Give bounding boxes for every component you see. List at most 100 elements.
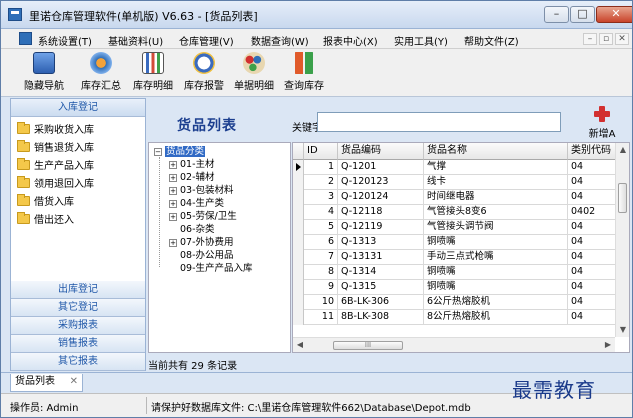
- toolbar-query-stock-button[interactable]: 查询库存: [280, 52, 328, 95]
- cell-category[interactable]: 04: [568, 265, 618, 280]
- cell-id[interactable]: 3: [304, 190, 338, 205]
- table-row[interactable]: 8 Q-1314 铜喷嘴 04: [293, 265, 629, 280]
- column-header-id[interactable]: ID: [304, 143, 338, 160]
- menu-reports[interactable]: 报表中心(X): [323, 33, 378, 48]
- nav-item-sales-return[interactable]: 销售退货入库: [17, 140, 94, 157]
- cell-code[interactable]: Q-1314: [338, 265, 424, 280]
- menu-help[interactable]: 帮助文件(Z): [464, 33, 519, 48]
- expand-icon[interactable]: +: [169, 187, 177, 195]
- collapse-icon[interactable]: −: [154, 148, 162, 156]
- cell-name[interactable]: 铜喷嘴: [424, 235, 568, 250]
- toolbar-stock-alarm-button[interactable]: 库存报警: [180, 52, 228, 95]
- item-list-grid[interactable]: ID 货品编码 货品名称 类别代码 1 Q-1201 气撑 04 2 Q-120123 线卡…: [292, 142, 630, 353]
- toolbar-stock-detail-button[interactable]: 库存明细: [129, 52, 177, 95]
- nav-header-stock-out[interactable]: 出库登记: [11, 281, 145, 299]
- expand-icon[interactable]: +: [169, 161, 177, 169]
- table-row[interactable]: 9 Q-1315 铜喷嘴 04: [293, 280, 629, 295]
- cell-category[interactable]: 04: [568, 220, 618, 235]
- row-selector[interactable]: [293, 265, 304, 280]
- maximize-button[interactable]: □: [570, 6, 595, 23]
- cell-name[interactable]: 气管接头8变6: [424, 205, 568, 220]
- grid-vertical-scrollbar[interactable]: ▲ ▼: [615, 143, 629, 337]
- cell-name[interactable]: 铜喷嘴: [424, 280, 568, 295]
- column-header-category[interactable]: 类别代码: [568, 143, 618, 160]
- column-header-name[interactable]: 货品名称: [424, 143, 568, 160]
- expand-icon[interactable]: +: [169, 239, 177, 247]
- nav-item-requisition-return[interactable]: 领用退回入库: [17, 176, 94, 193]
- menu-system-settings[interactable]: 系统设置(T): [38, 33, 92, 48]
- nav-header-stock-in[interactable]: 入库登记: [11, 99, 145, 117]
- row-selector[interactable]: [293, 235, 304, 250]
- row-selector[interactable]: [293, 220, 304, 235]
- horizontal-scroll-thumb[interactable]: III: [333, 341, 403, 350]
- cell-name[interactable]: 时间继电器: [424, 190, 568, 205]
- row-selector[interactable]: [293, 160, 304, 175]
- menu-data-query[interactable]: 数据查询(W): [251, 33, 309, 48]
- table-row[interactable]: 2 Q-120123 线卡 04: [293, 175, 629, 190]
- nav-item-borrow-in[interactable]: 借货入库: [17, 194, 74, 211]
- row-selector[interactable]: [293, 310, 304, 325]
- cell-code[interactable]: 6B-LK-306: [338, 295, 424, 310]
- table-row[interactable]: 7 Q-13131 手动三点式枪嘴 04: [293, 250, 629, 265]
- cell-category[interactable]: 04: [568, 235, 618, 250]
- menu-tools[interactable]: 实用工具(Y): [394, 33, 448, 48]
- nav-header-sales-report[interactable]: 销售报表: [11, 335, 145, 353]
- cell-category[interactable]: 04: [568, 160, 618, 175]
- tree-node-07[interactable]: +07-外协费用: [169, 237, 234, 249]
- cell-id[interactable]: 8: [304, 265, 338, 280]
- nav-header-other-report[interactable]: 其它报表: [11, 353, 145, 371]
- cell-id[interactable]: 9: [304, 280, 338, 295]
- cell-category[interactable]: 04: [568, 175, 618, 190]
- cell-name[interactable]: 6公斤热熔胶机: [424, 295, 568, 310]
- cell-id[interactable]: 5: [304, 220, 338, 235]
- minimize-button[interactable]: –: [544, 6, 569, 23]
- mdi-restore-button[interactable]: ▫: [599, 33, 613, 45]
- row-selector[interactable]: [293, 190, 304, 205]
- nav-item-lend-return[interactable]: 借出还入: [17, 212, 74, 229]
- grid-horizontal-scrollbar[interactable]: ◀ III ▶: [293, 337, 615, 352]
- row-selector[interactable]: [293, 295, 304, 310]
- close-button[interactable]: ✕: [596, 6, 632, 23]
- cell-code[interactable]: Q-12119: [338, 220, 424, 235]
- cell-category[interactable]: 04: [568, 190, 618, 205]
- cell-name[interactable]: 气管接头调节阀: [424, 220, 568, 235]
- cell-id[interactable]: 6: [304, 235, 338, 250]
- cell-id[interactable]: 10: [304, 295, 338, 310]
- cell-id[interactable]: 1: [304, 160, 338, 175]
- table-row[interactable]: 6 Q-1313 铜喷嘴 04: [293, 235, 629, 250]
- scroll-down-arrow-icon[interactable]: ▼: [616, 323, 630, 337]
- tree-node-02[interactable]: +02-辅材: [169, 172, 215, 184]
- cell-id[interactable]: 4: [304, 205, 338, 220]
- cell-name[interactable]: 铜喷嘴: [424, 265, 568, 280]
- tree-node-08[interactable]: 08-办公用品: [180, 250, 234, 262]
- scroll-right-arrow-icon[interactable]: ▶: [601, 338, 615, 352]
- expand-icon[interactable]: +: [169, 213, 177, 221]
- table-row[interactable]: 5 Q-12119 气管接头调节阀 04: [293, 220, 629, 235]
- row-selector[interactable]: [293, 280, 304, 295]
- cell-name[interactable]: 手动三点式枪嘴: [424, 250, 568, 265]
- column-header-code[interactable]: 货品编码: [338, 143, 424, 160]
- cell-code[interactable]: Q-120123: [338, 175, 424, 190]
- menu-warehouse[interactable]: 仓库管理(V): [179, 33, 234, 48]
- table-row[interactable]: 3 Q-120124 时间继电器 04: [293, 190, 629, 205]
- nav-header-purchase-report[interactable]: 采购报表: [11, 317, 145, 335]
- cell-name[interactable]: 线卡: [424, 175, 568, 190]
- keyword-search-input[interactable]: [317, 112, 561, 132]
- table-row[interactable]: 4 Q-12118 气管接头8变6 0402: [293, 205, 629, 220]
- tree-node-04[interactable]: +04-生产类: [169, 198, 224, 210]
- row-selector[interactable]: [293, 205, 304, 220]
- table-row[interactable]: 11 8B-LK-308 8公斤热熔胶机 04: [293, 310, 629, 325]
- scroll-left-arrow-icon[interactable]: ◀: [293, 338, 307, 352]
- cell-category[interactable]: 0402: [568, 205, 618, 220]
- nav-item-purchase-receipt[interactable]: 采购收货入库: [17, 122, 94, 139]
- tree-node-05[interactable]: +05-劳保/卫生: [169, 211, 237, 223]
- cell-id[interactable]: 2: [304, 175, 338, 190]
- row-selector[interactable]: [293, 250, 304, 265]
- cell-category[interactable]: 04: [568, 295, 618, 310]
- table-row[interactable]: 10 6B-LK-306 6公斤热熔胶机 04: [293, 295, 629, 310]
- nav-header-other-register[interactable]: 其它登记: [11, 299, 145, 317]
- menu-app-icon[interactable]: [19, 32, 32, 45]
- tree-node-01[interactable]: +01-主材: [169, 159, 215, 171]
- cell-code[interactable]: Q-1313: [338, 235, 424, 250]
- cell-category[interactable]: 04: [568, 310, 618, 325]
